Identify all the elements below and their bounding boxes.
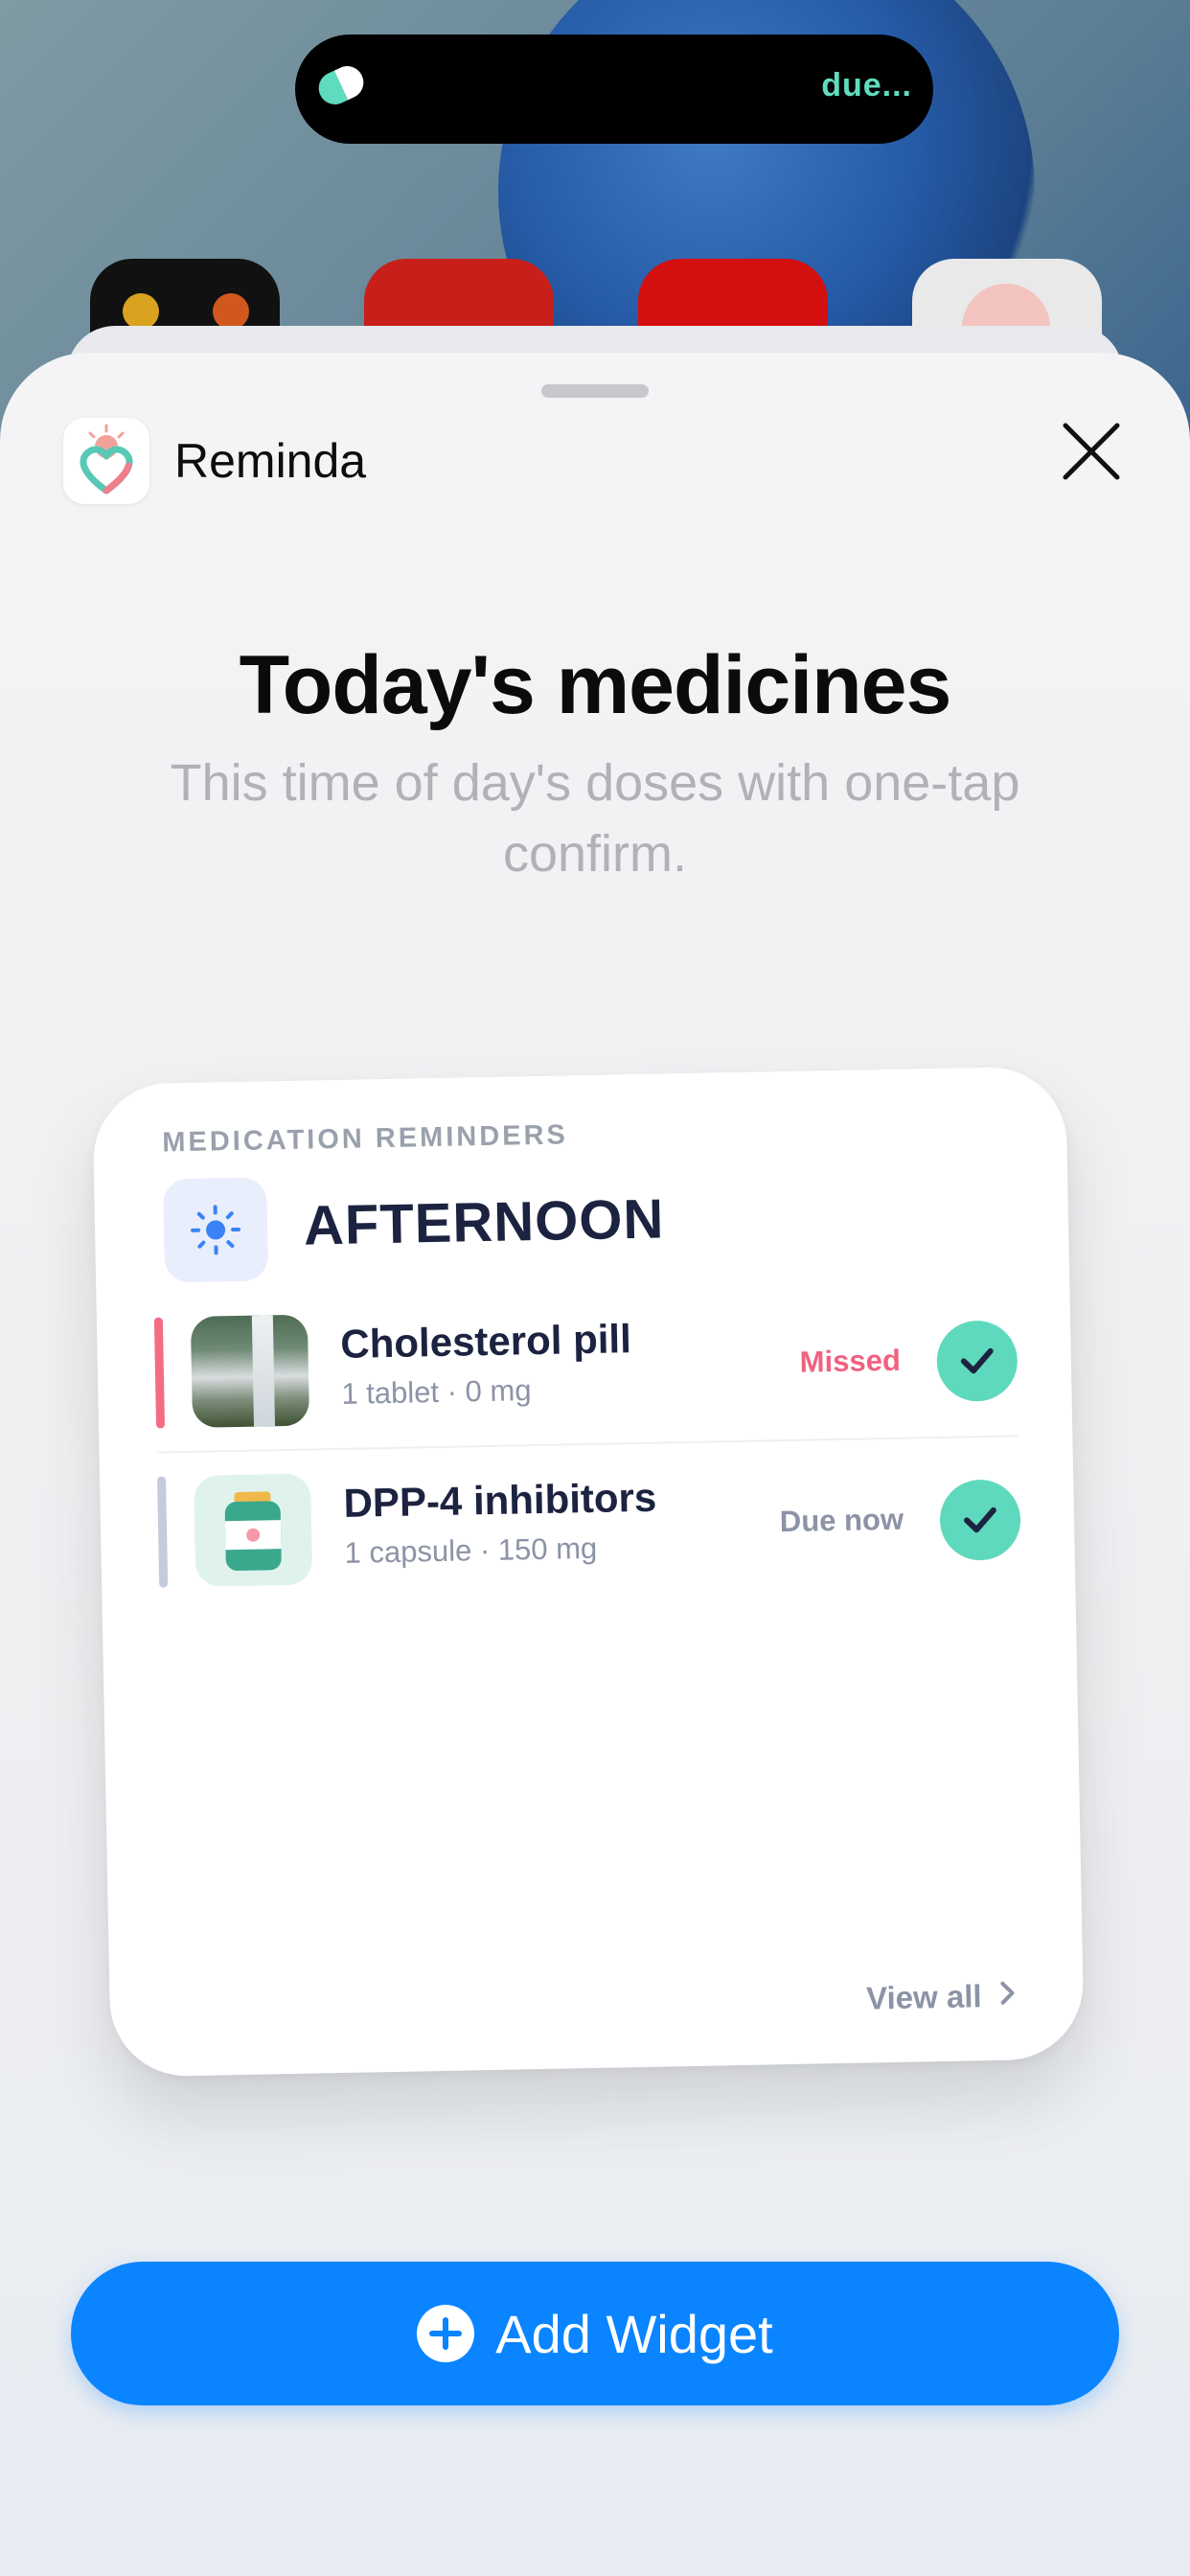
close-icon[interactable] [1058,418,1125,485]
confirm-check-button[interactable] [936,1320,1018,1402]
view-all-label: View all [865,1978,982,2016]
plus-circle-icon [417,2305,475,2362]
medication-dose: 1 capsule · 150 mg [344,1530,598,1570]
medication-row[interactable]: Cholesterol pill 1 tablet · 0 mg Missed [153,1300,1018,1432]
island-status-text: due... [821,67,912,104]
time-period-label: AFTERNOON [303,1187,665,1257]
sheet-grabber[interactable] [541,384,649,398]
confirm-check-button[interactable] [939,1479,1021,1561]
medication-name: DPP-4 inhibitors [343,1474,657,1526]
medication-thumbnail [190,1314,310,1428]
status-badge: Missed [799,1343,902,1379]
chevron-right-icon [998,1978,1017,2014]
medication-name: Cholesterol pill [339,1316,632,1367]
sun-icon [163,1177,269,1283]
medication-dose: 1 tablet · 0 mg [341,1373,532,1411]
status-indicator-bar [157,1476,169,1588]
pill-bottle-icon [194,1473,313,1587]
widget-caption: MEDICATION REMINDERS [162,1119,569,1159]
page-title: Today's medicines [239,639,952,731]
row-divider [156,1435,1019,1454]
medication-row[interactable]: DPP-4 inhibitors 1 capsule · 150 mg Due … [157,1460,1021,1591]
status-badge: Due now [779,1502,904,1539]
view-all-link[interactable]: View all [866,1978,1017,2017]
add-widget-button[interactable]: Add Widget [71,2262,1119,2405]
widget-preview[interactable]: MEDICATION REMINDERS AFTERNOON Cholester… [92,1066,1085,2078]
reminda-logo-icon [63,418,149,504]
status-indicator-bar [153,1317,166,1429]
page-subtitle: This time of day's doses with one-tap co… [170,754,1020,883]
app-name: Reminda [174,434,367,488]
add-widget-label: Add Widget [495,2303,773,2364]
